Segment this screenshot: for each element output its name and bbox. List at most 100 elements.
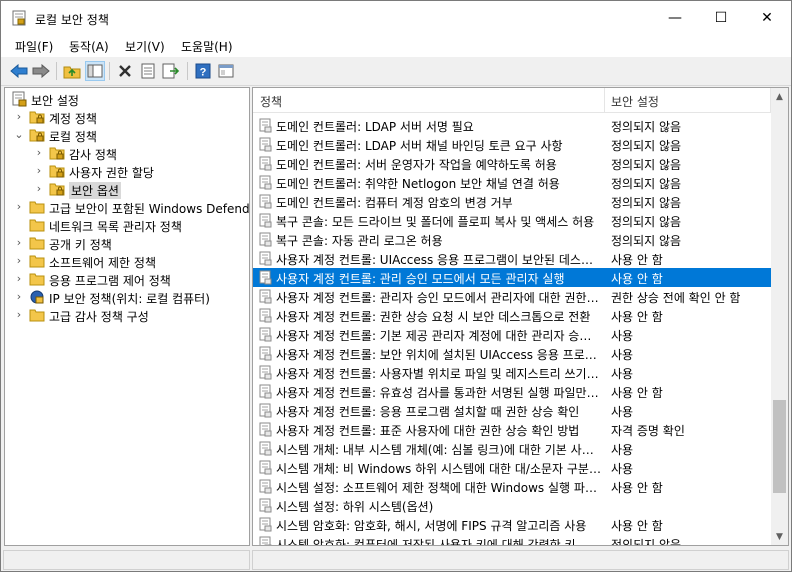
policy-row[interactable]: 도메인 컨트롤러: LDAP 서버 채널 바인딩 토큰 요구 사항 정의되지 않음 [253,135,771,154]
chevron-right-icon[interactable]: › [13,109,25,125]
tree-item[interactable]: › 고급 보안이 포함된 Windows Defender [5,198,249,216]
policy-row[interactable]: 시스템 개체: 비 Windows 하위 시스템에 대한 대/소문자 구분 안 … [253,458,771,477]
security-settings-icon [11,91,27,107]
chevron-right-icon[interactable]: › [33,181,45,197]
chevron-right-icon[interactable]: › [33,163,45,179]
policy-name: 복구 콘솔: 자동 관리 로그온 허용 [276,234,443,248]
policy-row[interactable]: 사용자 계정 컨트롤: 유효성 검사를 통과한 서명된 실행 파일만 권한 상승… [253,382,771,401]
policy-row[interactable]: 시스템 설정: 하위 시스템(옵션) [253,496,771,515]
chevron-right-icon[interactable]: › [13,271,25,287]
close-button[interactable]: ✕ [744,1,790,35]
scroll-up-icon[interactable]: ▲ [771,88,788,105]
policy-row[interactable]: 사용자 계정 컨트롤: 기본 제공 관리자 계정에 대한 관리자 승인 모드 사용 [253,325,771,344]
svg-text:?: ? [200,67,207,79]
policy-row[interactable]: 시스템 암호화: 암호화, 해시, 서명에 FIPS 규격 알고리즘 사용 사용 … [253,515,771,534]
tree-item[interactable]: › 계정 정책 [5,108,249,126]
policy-item-icon [259,479,272,494]
menu-file[interactable]: 파일(F) [15,38,53,55]
policy-name: 시스템 개체: 내부 시스템 개체(예: 심볼 링크)에 대한 기본 사용 권한… [276,443,601,457]
policy-name: 시스템 암호화: 암호화, 해시, 서명에 FIPS 규격 알고리즘 사용 [276,519,587,533]
policy-name: 도메인 컨트롤러: 컴퓨터 계정 암호의 변경 거부 [276,196,513,210]
policy-row[interactable]: 도메인 컨트롤러: 컴퓨터 계정 암호의 변경 거부 정의되지 않음 [253,192,771,211]
policy-list: 정책 보안 설정 도메인 컨트롤러: LDAP 서버 서명 필요 정의되지 않음 도… [252,87,789,546]
tree-item[interactable]: › 감사 정책 [5,144,249,162]
policy-row[interactable]: 사용자 계정 컨트롤: 보안 위치에 설치된 UIAccess 응용 프로그램만… [253,344,771,363]
chevron-right-icon[interactable]: › [13,199,25,215]
menu-view[interactable]: 보기(V) [125,38,165,55]
policy-name: 복구 콘솔: 모든 드라이브 및 폴더에 플로피 복사 및 액세스 허용 [276,215,595,229]
column-header-policy[interactable]: 정책 [260,93,282,110]
minimize-button[interactable]: — [652,1,698,35]
scroll-down-icon[interactable]: ▼ [771,528,788,545]
tree-item[interactable]: › IP 보안 정책(위치: 로컬 컴퓨터) [5,288,249,306]
policy-row[interactable]: 시스템 암호화: 컴퓨터에 저장된 사용자 키에 대해 강력한 키 보호 사용 정… [253,534,771,545]
policy-setting: 정의되지 않음 [611,538,682,545]
folder-icon [29,307,45,323]
policy-row[interactable]: 사용자 계정 컨트롤: 관리자 승인 모드에서 관리자에 대한 권한 상승 확인… [253,287,771,306]
tree-item-label: 감사 정책 [69,148,117,162]
policy-item-icon [259,441,272,456]
tree-item[interactable]: ⌄ 로컬 정책 [5,126,249,144]
tree-item[interactable]: › 응용 프로그램 제어 정책 [5,270,249,288]
policy-setting: 정의되지 않음 [611,215,682,229]
help-icon[interactable]: ? [193,61,213,81]
menu-action[interactable]: 동작(A) [69,38,109,55]
tree-item[interactable]: › 소프트웨어 제한 정책 [5,252,249,270]
policy-row[interactable]: 복구 콘솔: 모든 드라이브 및 폴더에 플로피 복사 및 액세스 허용 정의되지… [253,211,771,230]
tree-item-label: 소프트웨어 제한 정책 [49,256,156,270]
up-folder-icon[interactable] [62,61,82,81]
chevron-right-icon [13,217,25,233]
policy-row[interactable]: 도메인 컨트롤러: 서버 운영자가 작업을 예약하도록 허용 정의되지 않음 [253,154,771,173]
policy-row[interactable]: 복구 콘솔: 자동 관리 로그온 허용 정의되지 않음 [253,230,771,249]
folder-lock-icon [29,127,45,143]
maximize-button[interactable]: ☐ [698,1,744,35]
back-icon[interactable] [9,61,29,81]
policy-row[interactable]: 사용자 계정 컨트롤: 응용 프로그램 설치할 때 권한 상승 확인 사용 [253,401,771,420]
policy-name: 사용자 계정 컨트롤: 응용 프로그램 설치할 때 권한 상승 확인 [276,405,580,419]
policy-name: 도메인 컨트롤러: 서버 운영자가 작업을 예약하도록 허용 [276,158,557,172]
policy-row[interactable]: 사용자 계정 컨트롤: 표준 사용자에 대한 권한 상승 확인 방법 자격 증명 … [253,420,771,439]
chevron-right-icon[interactable]: › [33,145,45,161]
tree-item[interactable]: 네트워크 목록 관리자 정책 [5,216,249,234]
policy-row[interactable]: 사용자 계정 컨트롤: 사용자별 위치로 파일 및 레지스트리 쓰기 오류 가상… [253,363,771,382]
tree-item[interactable]: › 고급 감사 정책 구성 [5,306,249,324]
policy-row[interactable]: 시스템 개체: 내부 시스템 개체(예: 심볼 링크)에 대한 기본 사용 권한… [253,439,771,458]
properties-icon[interactable] [138,61,158,81]
column-header-setting[interactable]: 보안 설정 [611,93,659,110]
policy-name: 사용자 계정 컨트롤: 관리자 승인 모드에서 관리자에 대한 권한 상승 확인… [276,291,601,305]
chevron-right-icon[interactable]: › [13,235,25,251]
app-window: 로컬 보안 정책 — ☐ ✕ 파일(F) 동작(A) 보기(V) 도움말(H) [0,0,792,572]
tree-item[interactable]: 보안 설정 [5,90,249,108]
policy-item-icon [259,498,272,513]
chevron-right-icon[interactable]: › [13,307,25,323]
policy-item-icon [259,308,272,323]
folder-lock-icon [49,163,65,179]
delete-icon[interactable] [115,61,135,81]
tree-item[interactable]: › 공개 키 정책 [5,234,249,252]
folder-icon [29,271,45,287]
local-security-policy-icon [12,10,26,26]
policy-item-icon [259,137,272,152]
policy-item-icon [259,251,272,266]
policy-row[interactable]: 사용자 계정 컨트롤: 관리 승인 모드에서 모든 관리자 실행 사용 안 함 [253,268,771,287]
policy-row[interactable]: 사용자 계정 컨트롤: 권한 상승 요청 시 보안 데스크톱으로 전환 사용 안 … [253,306,771,325]
policy-name: 사용자 계정 컨트롤: 권한 상승 요청 시 보안 데스크톱으로 전환 [276,310,591,324]
vertical-scrollbar[interactable]: ▲ ▼ [771,88,788,545]
show-hide-tree-icon[interactable] [85,61,105,81]
folder-icon [29,199,45,215]
policy-row[interactable]: 도메인 컨트롤러: 취약한 Netlogon 보안 채널 연결 허용 정의되지 않… [253,173,771,192]
scroll-thumb[interactable] [773,400,786,493]
console-view-icon[interactable] [216,61,236,81]
policy-row[interactable]: 시스템 설정: 소프트웨어 제한 정책에 대한 Windows 실행 파일의 인… [253,477,771,496]
menu-help[interactable]: 도움말(H) [181,38,233,55]
export-list-icon[interactable] [161,61,181,81]
chevron-down-icon[interactable]: ⌄ [13,127,25,143]
policy-row[interactable]: 도메인 컨트롤러: LDAP 서버 서명 필요 정의되지 않음 [253,116,771,135]
forward-icon[interactable] [31,61,51,81]
tree-item[interactable]: › 사용자 권한 할당 [5,162,249,180]
chevron-right-icon[interactable]: › [13,253,25,269]
tree-item[interactable]: › 보안 옵션 [5,180,249,199]
policy-setting: 정의되지 않음 [611,139,682,153]
policy-row[interactable]: 사용자 계정 컨트롤: UIAccess 응용 프로그램이 보안된 데스크톱을 … [253,249,771,268]
chevron-right-icon[interactable]: › [13,289,25,305]
